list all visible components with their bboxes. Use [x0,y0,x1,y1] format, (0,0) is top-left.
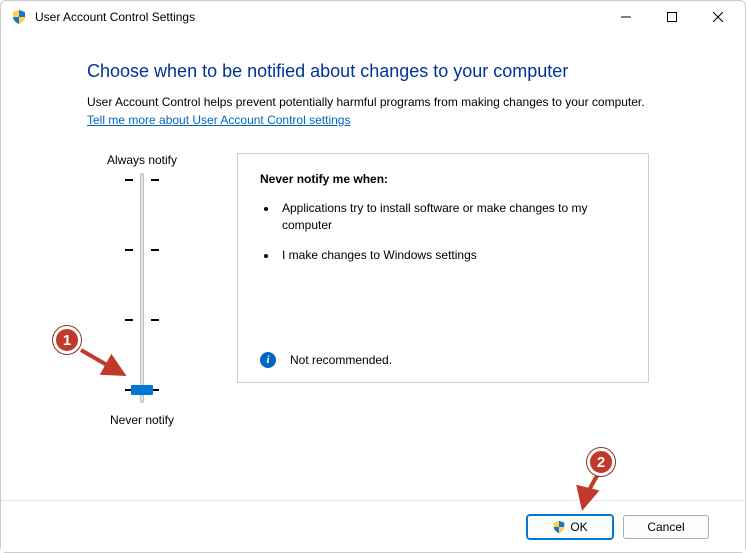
maximize-button[interactable] [649,2,695,32]
annotation-badge-2: 2 [587,448,615,476]
ok-button-label: OK [570,520,587,534]
info-icon: i [260,352,276,368]
annotation-badge-1: 1 [53,326,81,354]
window-title: User Account Control Settings [35,10,603,24]
cancel-button[interactable]: Cancel [623,515,709,539]
annotation-arrow-2 [573,469,613,515]
learn-more-link[interactable]: Tell me more about User Account Control … [87,113,350,127]
shield-icon [552,520,566,534]
slider-track[interactable] [140,173,144,403]
slider-thumb[interactable] [131,385,153,395]
dialog-button-row: OK Cancel [1,500,745,552]
info-bullet: I make changes to Windows settings [278,247,626,264]
minimize-button[interactable] [603,2,649,32]
page-description: User Account Control helps prevent poten… [87,94,709,111]
notification-level-info: Never notify me when: Applications try t… [237,153,649,383]
slider-bottom-label: Never notify [87,413,197,427]
info-footer-text: Not recommended. [290,353,392,367]
info-title: Never notify me when: [260,172,626,186]
notification-slider[interactable]: Always notify Never notify [87,153,197,433]
annotation-arrow-1 [75,344,135,384]
info-bullet: Applications try to install software or … [278,200,626,234]
page-heading: Choose when to be notified about changes… [87,61,709,82]
titlebar: User Account Control Settings [1,1,745,33]
cancel-button-label: Cancel [647,520,684,534]
close-button[interactable] [695,2,741,32]
slider-top-label: Always notify [87,153,197,167]
ok-button[interactable]: OK [527,515,613,539]
shield-icon [11,9,27,25]
